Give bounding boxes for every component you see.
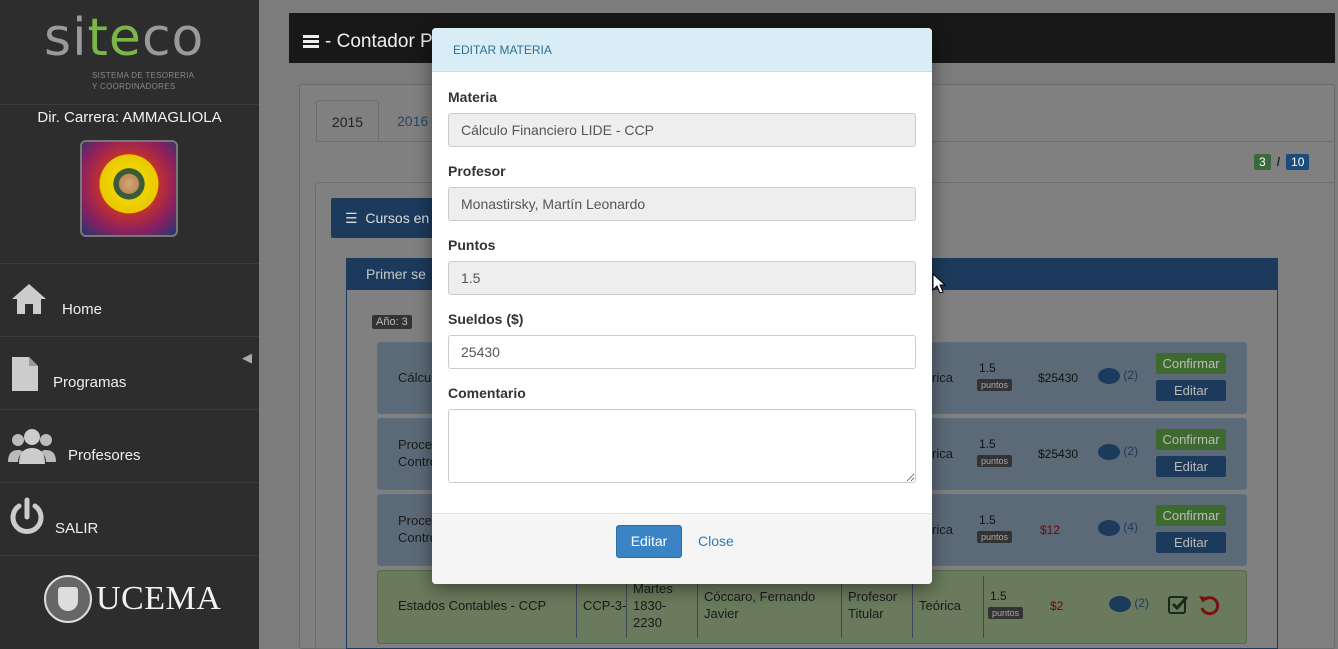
- profesor-label: Profesor: [448, 163, 506, 179]
- siteco-logo: siteco SISTEMA DE TESORERIA Y COORDINADOR…: [44, 8, 205, 91]
- sidebar-item-salir[interactable]: SALIR: [0, 482, 259, 555]
- profesor-field[interactable]: [448, 187, 916, 221]
- list-icon: [303, 35, 319, 49]
- university-seal-icon: [44, 575, 92, 623]
- materia-field[interactable]: [448, 113, 916, 147]
- status-badge: 3/10: [1254, 154, 1310, 170]
- sidebar-item-programas[interactable]: Programas: [0, 336, 259, 409]
- home-icon: [12, 284, 46, 314]
- power-icon: [10, 497, 44, 534]
- comment-icon: [1098, 520, 1120, 536]
- tab-2016[interactable]: 2016: [397, 113, 428, 129]
- file-icon: [12, 357, 38, 391]
- ucema-logo: UCEMA: [44, 574, 221, 624]
- confirm-button[interactable]: Confirmar: [1156, 353, 1226, 374]
- sidebar-item-label: SALIR: [55, 520, 99, 537]
- comments-link[interactable]: (2): [1098, 444, 1138, 460]
- sidebar: siteco SISTEMA DE TESORERIA Y COORDINADOR…: [0, 0, 259, 649]
- comment-icon: [1109, 596, 1131, 612]
- mouse-cursor-icon: [932, 273, 946, 294]
- collapse-arrow-icon[interactable]: ◀: [242, 350, 252, 366]
- modal-title: EDITAR MATERIA: [432, 28, 932, 72]
- comments-link[interactable]: (2): [1098, 368, 1138, 384]
- sueldos-field[interactable]: [448, 335, 916, 369]
- comments-link[interactable]: (4): [1098, 520, 1138, 536]
- comentario-field[interactable]: [448, 409, 916, 483]
- comment-icon: [1098, 444, 1120, 460]
- check-square-icon[interactable]: [1168, 594, 1190, 614]
- comments-link[interactable]: (2): [1109, 596, 1149, 612]
- undo-icon[interactable]: [1198, 594, 1220, 616]
- materia-label: Materia: [448, 89, 498, 105]
- director-label: Dir. Carrera: AMMAGLIOLA: [0, 104, 259, 126]
- avatar: [80, 140, 178, 237]
- sidebar-item-home[interactable]: Home: [0, 263, 259, 336]
- sidebar-item-label: Programas: [53, 374, 127, 391]
- comentario-label: Comentario: [448, 385, 526, 401]
- sidebar-item-label: Home: [62, 301, 103, 318]
- confirm-button[interactable]: Confirmar: [1156, 429, 1226, 450]
- sueldos-label: Sueldos ($): [448, 311, 524, 327]
- tab-2015[interactable]: 2015: [316, 100, 379, 141]
- edit-button[interactable]: Editar: [1156, 380, 1226, 401]
- comment-icon: [1098, 368, 1120, 384]
- year-badge: Año: 3: [372, 315, 412, 329]
- users-icon: [8, 429, 56, 464]
- close-link[interactable]: Close: [698, 533, 734, 549]
- sidebar-item-profesores[interactable]: Profesores: [0, 409, 259, 482]
- edit-button[interactable]: Editar: [1156, 456, 1226, 477]
- editar-button[interactable]: Editar: [616, 525, 682, 558]
- confirm-button[interactable]: Confirmar: [1156, 505, 1226, 526]
- puntos-label: Puntos: [448, 237, 496, 253]
- puntos-field[interactable]: [448, 261, 916, 295]
- sidebar-item-label: Profesores: [68, 447, 141, 464]
- modal-footer: Editar Close: [432, 513, 932, 584]
- edit-button[interactable]: Editar: [1156, 532, 1226, 553]
- edit-materia-modal: EDITAR MATERIA Materia Profesor Puntos S…: [432, 28, 932, 584]
- page-title: - Contador P: [325, 31, 433, 52]
- course-name: Cálcul: [398, 370, 435, 385]
